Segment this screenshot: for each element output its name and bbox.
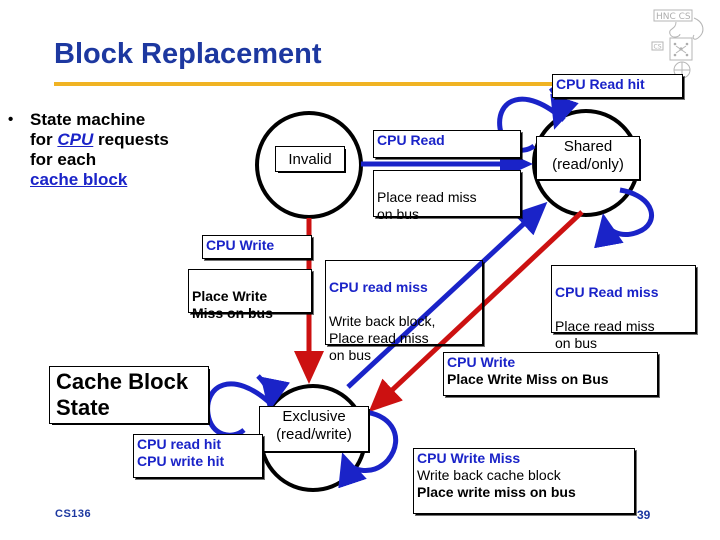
state-label-exclusive-line2: (read/write) bbox=[276, 426, 352, 443]
label-cpu-read-hit-title: CPU Read hit bbox=[556, 76, 645, 92]
label-cpu-write-miss: CPU Write Miss Write back cache block Pl… bbox=[413, 448, 635, 514]
state-label-exclusive: Exclusive (read/write) bbox=[259, 406, 369, 452]
label-cpu-read-miss-right-action-text: Place read miss on bus bbox=[555, 318, 655, 351]
label-cpu-write-shared-title: CPU Write bbox=[447, 354, 516, 370]
label-cpu-read-hit: CPU Read hit bbox=[552, 74, 683, 98]
state-label-shared-line2: (read/only) bbox=[552, 156, 624, 173]
label-cpu-write-invalid: CPU Write bbox=[202, 235, 312, 259]
label-cpu-read-miss-right-title: CPU Read miss bbox=[555, 284, 659, 300]
label-cpu-read-miss: CPU read miss Write back block, Place re… bbox=[325, 260, 483, 363]
label-cpu-hits: CPU read hit CPU write hit bbox=[133, 434, 263, 478]
label-cpu-write-invalid-action-text: Place Write Miss on bus bbox=[192, 288, 273, 321]
state-label-invalid: Invalid bbox=[275, 146, 345, 172]
heading-cache-block-state-line2: State bbox=[56, 395, 110, 420]
label-cpu-write-shared-action-text: Place Write Miss on Bus bbox=[447, 371, 609, 387]
heading-cache-block-state-line1: Cache Block bbox=[56, 369, 189, 394]
label-cpu-write-miss-title: CPU Write Miss bbox=[417, 450, 521, 466]
state-label-shared: Shared (read/only) bbox=[536, 136, 640, 180]
label-cpu-read-miss-title: CPU read miss bbox=[329, 279, 428, 295]
label-cpu-write-hit-line: CPU write hit bbox=[137, 453, 225, 469]
state-label-exclusive-line1: Exclusive bbox=[282, 408, 346, 425]
footer-page-number: 39 bbox=[637, 508, 651, 522]
label-cpu-write-miss-action2: Place write miss on bus bbox=[417, 484, 576, 500]
label-cpu-read-hit-line: CPU read hit bbox=[137, 436, 222, 452]
heading-cache-block-state: Cache Block State bbox=[49, 366, 209, 424]
label-cpu-write-invalid-action: Place Write Miss on bus bbox=[188, 269, 312, 321]
label-cpu-write-invalid-title: CPU Write bbox=[206, 237, 275, 253]
slide-canvas: Block Replacement HNC CS CS • State mach… bbox=[0, 0, 720, 540]
label-cpu-write-shared: CPU Write Place Write Miss on Bus bbox=[443, 352, 658, 396]
label-cpu-read: CPU Read bbox=[373, 130, 521, 158]
label-cpu-read-miss-right: CPU Read miss Place read miss on bus bbox=[551, 265, 696, 351]
footer-course-code: CS136 bbox=[55, 508, 92, 520]
label-cpu-read-action-text: Place read miss on bus bbox=[377, 189, 477, 222]
state-label-shared-line1: Shared bbox=[563, 138, 613, 155]
transition-exclusive-self-left-arrow bbox=[256, 374, 290, 412]
label-cpu-read-action: Place read miss on bus bbox=[373, 170, 521, 222]
label-cpu-read-title: CPU Read bbox=[377, 132, 445, 148]
label-cpu-write-miss-action1: Write back cache block bbox=[417, 467, 561, 483]
state-label-invalid-text: Invalid bbox=[288, 151, 332, 168]
